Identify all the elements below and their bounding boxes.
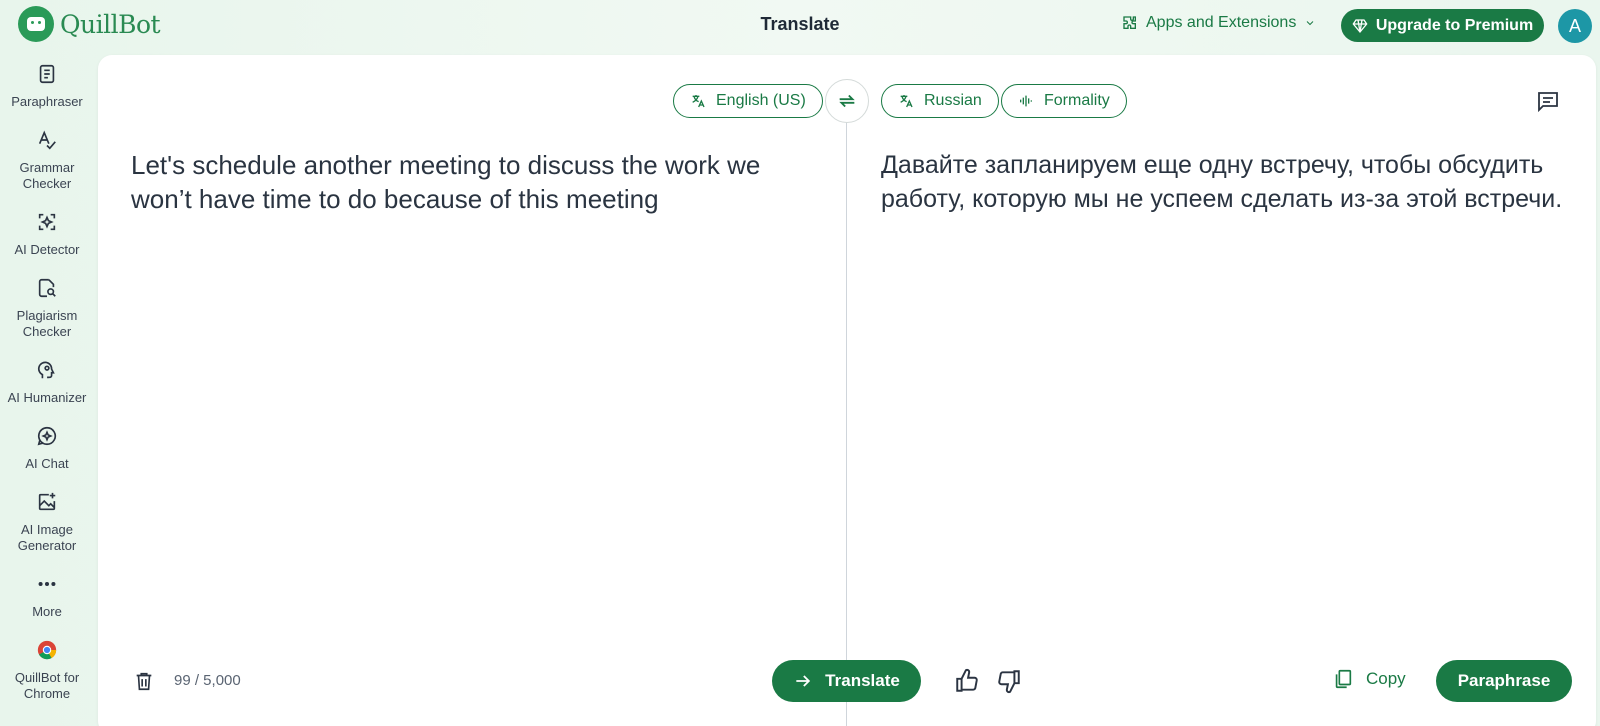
sidebar-item-ai-humanizer[interactable]: AI Humanizer <box>0 358 94 406</box>
translated-text-output: Давайте запланируем еще одну встречу, чт… <box>881 151 1563 213</box>
user-avatar[interactable]: A <box>1558 9 1592 43</box>
paraphraser-icon <box>35 62 59 86</box>
translate-icon <box>900 95 913 108</box>
chrome-icon <box>35 638 59 662</box>
translate-button-label: Translate <box>825 671 900 690</box>
sidebar-item-label: AI Detector <box>14 242 80 257</box>
sidebar-item-quillbot-chrome[interactable]: QuillBot for Chrome <box>0 638 94 702</box>
apps-extensions-label: Apps and Extensions <box>1146 14 1297 31</box>
copy-icon <box>1335 669 1352 689</box>
more-icon <box>35 572 59 596</box>
thumbs-down-icon[interactable] <box>996 668 1022 694</box>
source-language-label: English (US) <box>716 92 806 109</box>
paraphrase-button[interactable]: Paraphrase <box>1436 660 1572 702</box>
target-language-label: Russian <box>924 92 982 109</box>
sidebar-item-label: More <box>32 604 62 619</box>
sidebar-item-label: Plagiarism Checker <box>16 308 78 339</box>
sidebar-item-grammar-checker[interactable]: Grammar Checker <box>0 128 94 192</box>
copy-button[interactable]: Copy <box>1332 668 1406 690</box>
formality-selector[interactable]: Formality <box>1001 84 1127 118</box>
formality-icon <box>1020 95 1032 107</box>
ai-humanizer-icon <box>35 358 59 382</box>
sidebar-item-label: AI Image Generator <box>17 522 77 553</box>
upgrade-label: Upgrade to Premium <box>1375 16 1534 34</box>
swap-languages-button[interactable] <box>825 79 869 123</box>
quillbot-logo-icon <box>18 6 54 42</box>
plagiarism-checker-icon <box>35 276 59 300</box>
source-language-selector[interactable]: English (US) <box>673 84 823 118</box>
sidebar-item-label: Grammar Checker <box>19 160 75 191</box>
chevron-down-icon <box>1306 21 1314 26</box>
sidebar-item-ai-image-generator[interactable]: AI Image Generator <box>0 490 94 554</box>
target-language-selector[interactable]: Russian <box>881 84 999 118</box>
thumbs-up-icon[interactable] <box>954 668 980 694</box>
grammar-checker-icon <box>35 128 59 152</box>
character-counter: 99 / 5,000 <box>174 672 241 689</box>
comment-icon[interactable] <box>1536 89 1560 113</box>
panel-divider <box>846 122 847 726</box>
arrow-right-icon <box>796 675 811 687</box>
upgrade-premium-button[interactable]: Upgrade to Premium <box>1341 9 1544 42</box>
sidebar-item-label: AI Chat <box>25 456 69 471</box>
top-bar: QuillBot Translate Apps and Extensions U… <box>0 0 1600 52</box>
sidebar-item-ai-detector[interactable]: AI Detector <box>0 210 94 258</box>
formality-label: Formality <box>1044 92 1110 109</box>
copy-label: Copy <box>1366 669 1406 688</box>
quillbot-logo[interactable]: QuillBot <box>18 6 161 42</box>
ai-chat-icon <box>35 424 59 448</box>
swap-arrows-icon <box>839 94 855 108</box>
source-text-input[interactable]: Let's schedule another meeting to discus… <box>131 148 811 216</box>
sidebar-item-label: QuillBot for Chrome <box>14 670 80 701</box>
ai-detector-icon <box>35 210 59 234</box>
sidebar-item-more[interactable]: More <box>0 572 94 620</box>
apps-extensions-dropdown[interactable]: Apps and Extensions <box>1122 14 1316 32</box>
translate-icon <box>692 95 705 108</box>
logo-text: QuillBot <box>60 9 161 39</box>
sidebar-item-ai-chat[interactable]: AI Chat <box>0 424 94 472</box>
sidebar-item-paraphraser[interactable]: Paraphraser <box>0 62 94 110</box>
trash-icon[interactable] <box>133 670 155 692</box>
sidebar-item-label: Paraphraser <box>11 94 83 109</box>
translate-button[interactable]: Translate <box>772 660 921 702</box>
sidebar-item-label: AI Humanizer <box>7 390 87 405</box>
diamond-icon <box>1352 18 1368 33</box>
sidebar-item-plagiarism-checker[interactable]: Plagiarism Checker <box>0 276 94 340</box>
ai-image-generator-icon <box>35 490 59 514</box>
puzzle-icon <box>1123 16 1136 29</box>
